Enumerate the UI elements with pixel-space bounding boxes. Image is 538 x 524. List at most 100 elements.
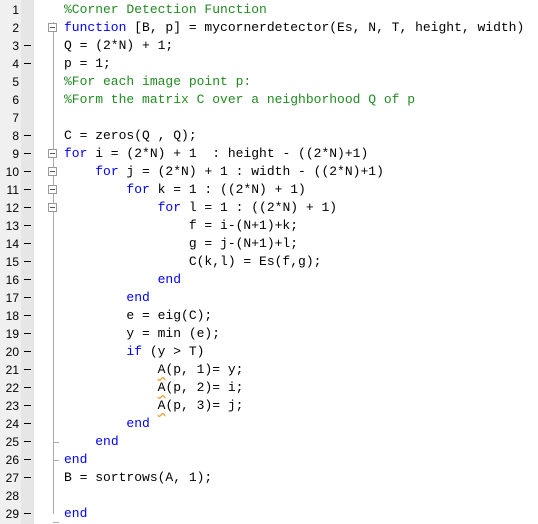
line-number: 26 xyxy=(5,453,19,467)
code-line[interactable]: 8 C = zeros(Q , Q); xyxy=(0,127,538,145)
code-line[interactable]: 21 A(p, 1)= y; xyxy=(0,361,538,379)
comment: %For each image point p: xyxy=(64,74,252,89)
line-number: 3 xyxy=(12,39,19,53)
executable-line-marker[interactable] xyxy=(24,351,31,352)
executable-line-marker[interactable] xyxy=(24,63,31,64)
executable-line-marker[interactable] xyxy=(24,45,31,46)
fold-collapse-icon[interactable] xyxy=(48,23,57,32)
line-number: 6 xyxy=(12,93,19,107)
executable-line-marker[interactable] xyxy=(24,441,31,442)
line-number: 4 xyxy=(12,57,19,71)
code-line[interactable]: 4 p = 1; xyxy=(0,55,538,73)
code-text: end xyxy=(64,505,87,523)
code-line[interactable]: 6 %Form the matrix C over a neighborhood … xyxy=(0,91,538,109)
executable-line-marker[interactable] xyxy=(24,261,31,262)
line-number: 29 xyxy=(5,507,19,521)
executable-line-marker[interactable] xyxy=(24,315,31,316)
code-token: e = eig(C); xyxy=(64,308,213,323)
code-line[interactable]: 14 g = j-(N+1)+l; xyxy=(0,235,538,253)
executable-line-marker[interactable] xyxy=(24,369,31,370)
code-line[interactable]: 18 e = eig(C); xyxy=(0,307,538,325)
executable-line-marker[interactable] xyxy=(24,297,31,298)
fold-collapse-icon[interactable] xyxy=(48,203,57,212)
keyword: end xyxy=(64,506,88,521)
line-number: 18 xyxy=(5,309,19,323)
code-text: C = zeros(Q , Q); xyxy=(64,127,197,145)
executable-line-marker[interactable] xyxy=(24,243,31,244)
code-text: for i = (2*N) + 1 : height - ((2*N)+1) xyxy=(64,145,368,163)
executable-line-marker[interactable] xyxy=(24,459,31,460)
code-line[interactable]: 23 A(p, 3)= j; xyxy=(0,397,538,415)
executable-line-marker[interactable] xyxy=(24,171,31,172)
executable-line-marker[interactable] xyxy=(24,423,31,424)
executable-line-marker[interactable] xyxy=(24,225,31,226)
line-number: 13 xyxy=(5,219,19,233)
code-line[interactable]: 5 %For each image point p: xyxy=(0,73,538,91)
executable-line-marker[interactable] xyxy=(24,153,31,154)
executable-line-marker[interactable] xyxy=(24,513,31,514)
line-number: 16 xyxy=(5,273,19,287)
code-text: function [B, p] = mycornerdetector(Es, N… xyxy=(64,19,524,37)
code-text: for l = 1 : ((2*N) + 1) xyxy=(64,199,337,217)
code-line[interactable]: 22 A(p, 2)= i; xyxy=(0,379,538,397)
code-line[interactable]: 19 y = min (e); xyxy=(0,325,538,343)
code-text: for j = (2*N) + 1 : width - ((2*N)+1) xyxy=(64,163,384,181)
code-token: f = i-(N+1)+k; xyxy=(64,218,299,233)
code-token: k = 1 : ((2*N) + 1) xyxy=(149,182,306,197)
code-text: %For each image point p: xyxy=(64,73,251,91)
code-line[interactable]: 24 end xyxy=(0,415,538,433)
code-line[interactable]: 3 Q = (2*N) + 1; xyxy=(0,37,538,55)
line-number: 25 xyxy=(5,435,19,449)
code-line[interactable]: 11 for k = 1 : ((2*N) + 1) xyxy=(0,181,538,199)
executable-line-marker[interactable] xyxy=(24,189,31,190)
code-text: for k = 1 : ((2*N) + 1) xyxy=(64,181,306,199)
code-text: end xyxy=(64,289,149,307)
executable-line-marker[interactable] xyxy=(24,135,31,136)
executable-line-marker[interactable] xyxy=(24,279,31,280)
code-line[interactable]: 2 function [B, p] = mycornerdetector(Es, … xyxy=(0,19,538,37)
keyword: end xyxy=(95,434,119,449)
keyword: end xyxy=(157,272,182,287)
code-line[interactable]: 17 end xyxy=(0,289,538,307)
code-line[interactable]: 16 end xyxy=(0,271,538,289)
code-line[interactable]: 20 if (y > T) xyxy=(0,343,538,361)
code-line[interactable]: 1 %Corner Detection Function xyxy=(0,1,538,19)
fold-end-marker xyxy=(53,460,59,461)
code-text: end xyxy=(64,415,149,433)
code-line[interactable]: 29 end xyxy=(0,505,538,523)
fold-end-marker xyxy=(53,442,59,443)
line-number: 20 xyxy=(5,345,19,359)
fold-collapse-icon[interactable] xyxy=(48,149,57,158)
executable-line-marker[interactable] xyxy=(24,477,31,478)
comment: %Corner Detection Function xyxy=(64,2,267,17)
executable-line-marker[interactable] xyxy=(24,405,31,406)
code-line[interactable]: 27 B = sortrows(A, 1); xyxy=(0,469,538,487)
code-line[interactable]: 10 for j = (2*N) + 1 : width - ((2*N)+1) xyxy=(0,163,538,181)
code-text: %Corner Detection Function xyxy=(64,1,267,19)
code-line[interactable]: 13 f = i-(N+1)+k; xyxy=(0,217,538,235)
code-line[interactable]: 9 for i = (2*N) + 1 : height - ((2*N)+1) xyxy=(0,145,538,163)
code-line[interactable]: 15 C(k,l) = Es(f,g); xyxy=(0,253,538,271)
code-line[interactable]: 7 xyxy=(0,109,538,127)
code-token: p = 1; xyxy=(64,56,111,71)
code-line[interactable]: 26 end xyxy=(0,451,538,469)
code-line[interactable]: 12 for l = 1 : ((2*N) + 1) xyxy=(0,199,538,217)
code-text: A(p, 2)= i; xyxy=(64,379,244,397)
code-text: A(p, 1)= y; xyxy=(64,361,244,379)
code-editor[interactable]: 1 %Corner Detection Function 2 function [B,… xyxy=(0,0,538,524)
fold-collapse-icon[interactable] xyxy=(48,185,57,194)
executable-line-marker[interactable] xyxy=(24,207,31,208)
executable-line-marker[interactable] xyxy=(24,387,31,388)
code-line[interactable]: 25 end xyxy=(0,433,538,451)
code-token: [B, p] = mycornerdetector(Es, N, T, heig… xyxy=(126,20,525,35)
fold-collapse-icon[interactable] xyxy=(48,167,57,176)
executable-line-marker[interactable] xyxy=(24,333,31,334)
code-token: C = zeros(Q , Q); xyxy=(64,128,197,143)
line-number: 21 xyxy=(5,363,19,377)
code-line[interactable]: 28 xyxy=(0,487,538,505)
code-text: if (y > T) xyxy=(64,343,204,361)
code-text: y = min (e); xyxy=(64,325,220,343)
